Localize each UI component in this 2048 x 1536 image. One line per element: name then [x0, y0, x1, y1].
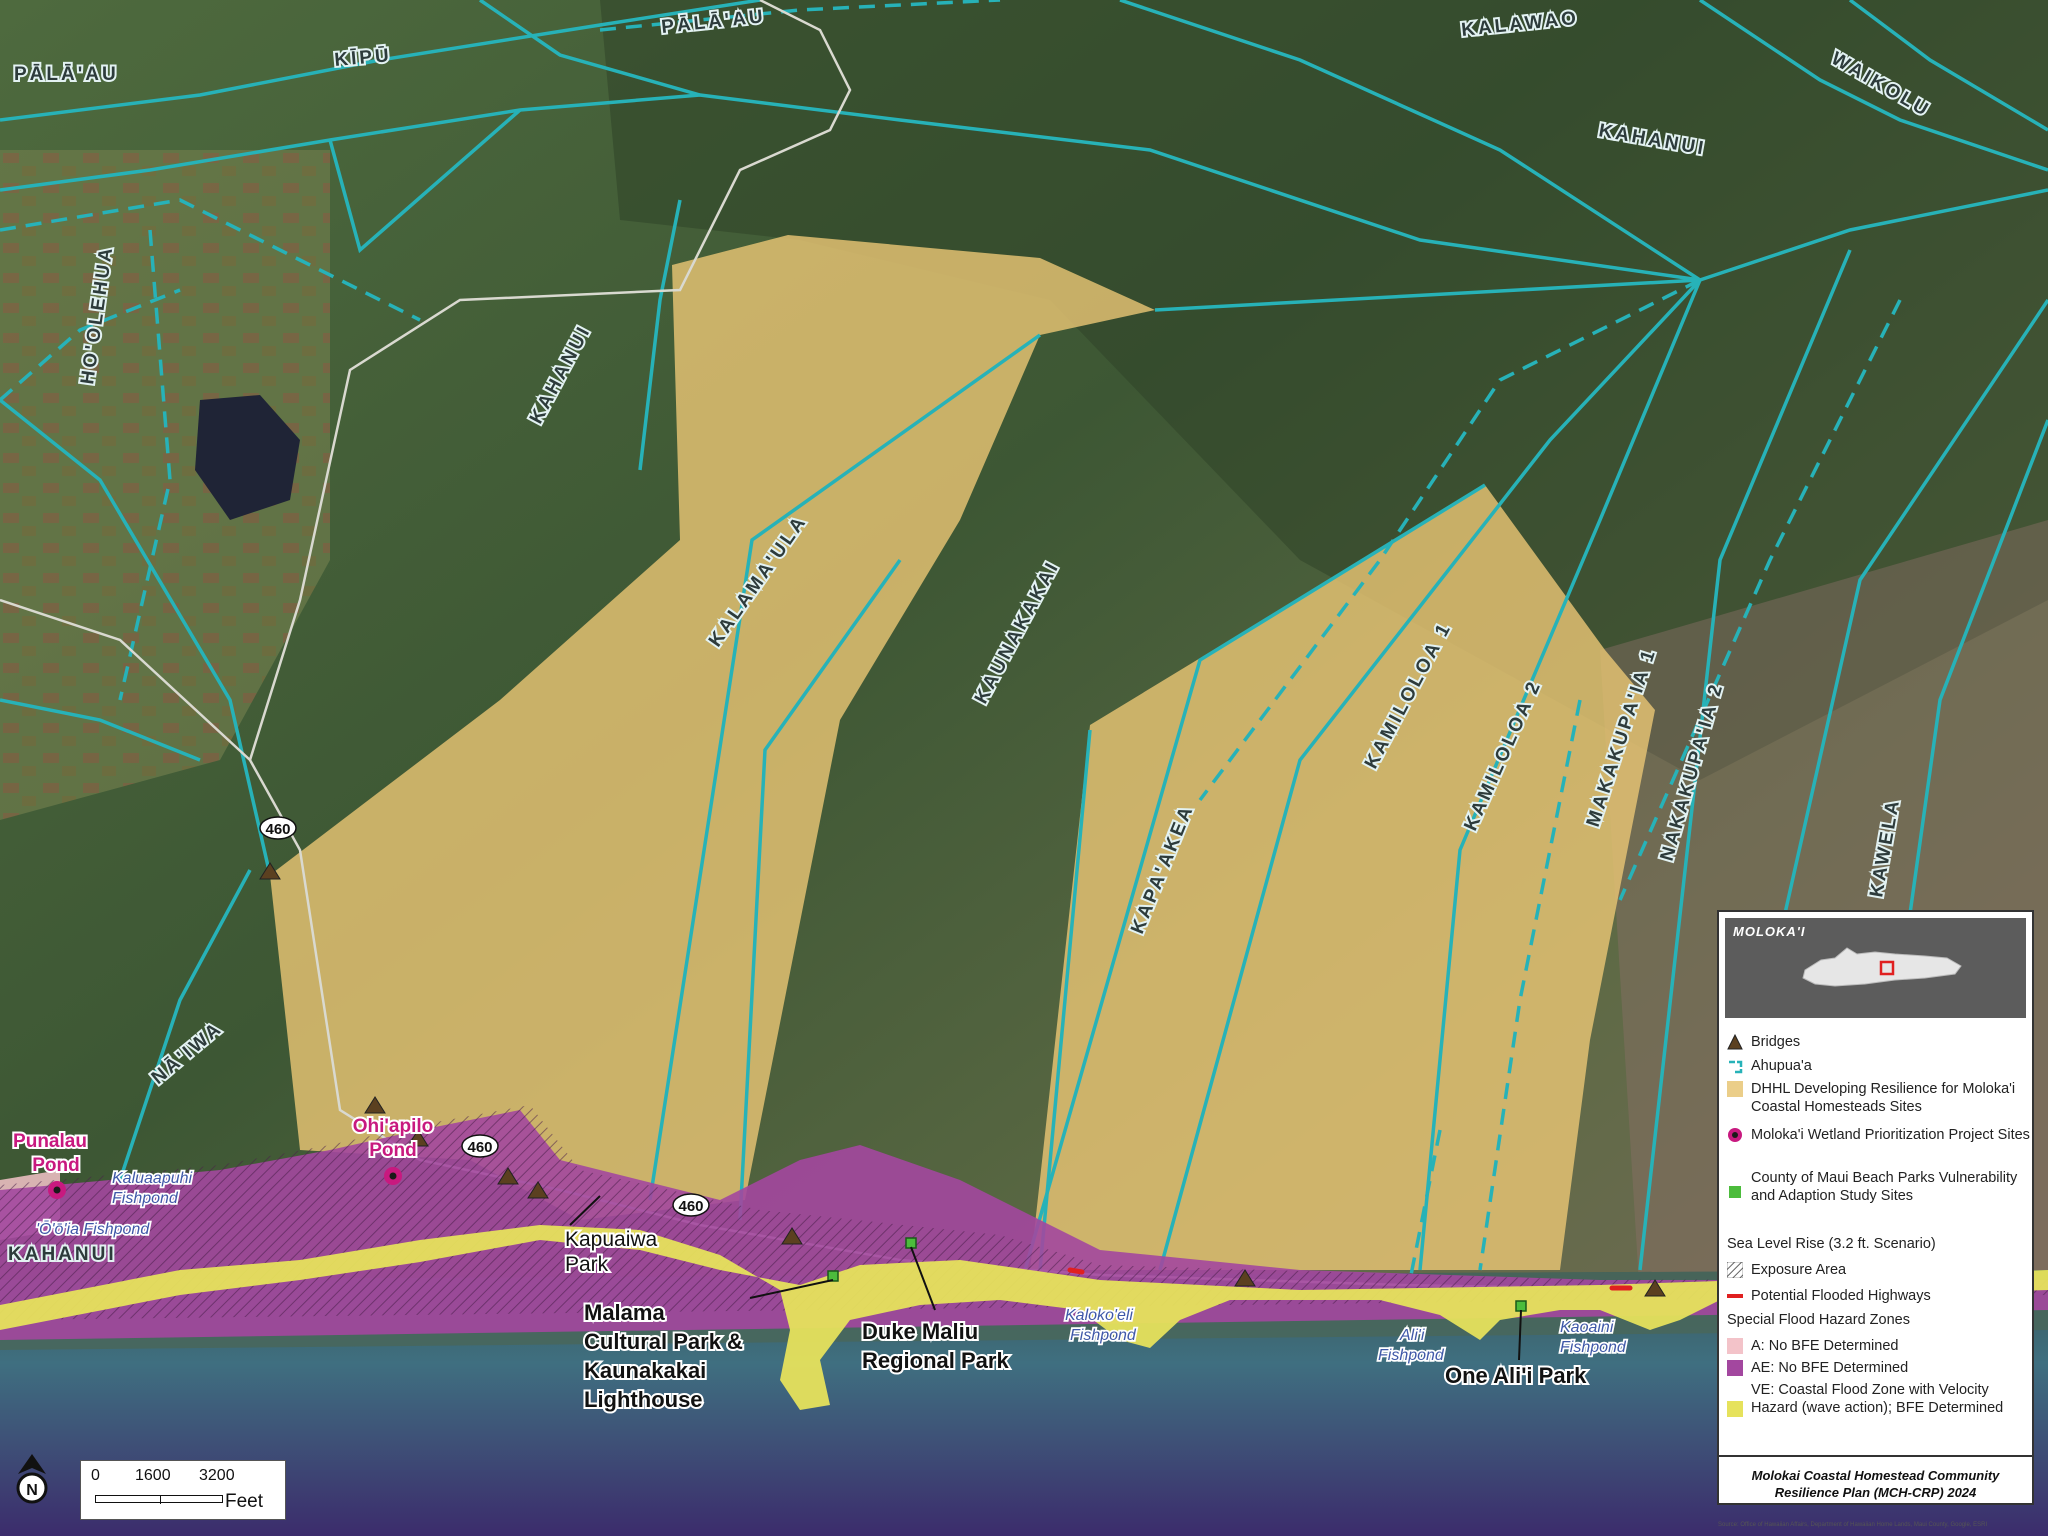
route-shield: 460	[259, 816, 297, 840]
ohiapilo-pond-label: Ohi'apilo	[353, 1116, 434, 1137]
duke-maliu-label: Regional Park	[862, 1348, 1009, 1373]
kaluaapuhi-fishpond-label: Kaluaapuhi	[112, 1170, 193, 1187]
scale-bar-graphic	[95, 1495, 223, 1504]
scale-unit: Feet	[225, 1491, 264, 1512]
scale-tick-label: 0	[91, 1467, 100, 1484]
source-credit: Source: Office of Hawaiian Affairs, Depa…	[1718, 1522, 1988, 1528]
kaoaini-fishpond-label: Fishpond	[1560, 1339, 1627, 1356]
island-outline-icon	[1802, 947, 1962, 987]
wetland-site-punalau[interactable]	[48, 1181, 66, 1199]
malama-park-label: Kaunakakai	[584, 1358, 706, 1383]
kaluaapuhi-fishpond-label: Fishpond	[112, 1190, 179, 1207]
legend-heading-flood: Special Flood Hazard Zones	[1727, 1312, 1910, 1328]
route-shield: 460	[461, 1134, 499, 1158]
svg-text:460: 460	[678, 1198, 703, 1215]
svg-text:N: N	[26, 1482, 38, 1499]
zone-a-swatch	[1727, 1338, 1743, 1354]
svg-text:460: 460	[265, 821, 290, 838]
kapuaiwa-park-label: Kapuaiwa	[565, 1228, 658, 1251]
legend-heading-slr: Sea Level Rise (3.2 ft. Scenario)	[1727, 1236, 1936, 1252]
plan-title: Molokai Coastal Homestead Community Resi…	[1751, 1468, 2000, 1500]
scale-bar: 0 1600 3200 Feet	[80, 1460, 286, 1520]
zone-ae-swatch	[1727, 1360, 1743, 1376]
duke-maliu-label: Duke Maliu	[862, 1319, 978, 1344]
kapuaiwa-park-label: Park	[565, 1253, 609, 1276]
park-swatch	[1729, 1186, 1741, 1198]
exposure-swatch	[1727, 1262, 1743, 1278]
bridge-icon	[1727, 1034, 1743, 1050]
route-shield: 460	[672, 1193, 710, 1217]
kaoaini-fishpond-label: Kaoaini	[1560, 1319, 1614, 1336]
dhhl-swatch	[1727, 1081, 1743, 1097]
one-alii-park-label: One Ali'i Park	[1445, 1363, 1587, 1388]
ohiapilo-pond-label: Pond	[369, 1140, 417, 1161]
wetland-icon	[1728, 1128, 1742, 1142]
alii-fishpond-label: Fishpond	[1378, 1347, 1445, 1364]
kalokoeli-fishpond-label: Fishpond	[1070, 1327, 1137, 1344]
ahupuaa-label: PĀLĀ'AU	[14, 64, 119, 85]
malama-park-label: Cultural Park &	[584, 1329, 743, 1354]
zone-ve-swatch	[1727, 1401, 1743, 1417]
malama-park-label: Lighthouse	[584, 1387, 703, 1412]
ahupuaa-line-icon	[1729, 1060, 1743, 1074]
legend-divider	[1719, 1455, 2032, 1457]
flooded-highway-swatch	[1727, 1294, 1743, 1298]
kalokoeli-fishpond-label: Kaloko'eli	[1065, 1307, 1133, 1324]
punalau-pond-label: Punalau	[13, 1131, 87, 1152]
wetland-site-ohiapilo[interactable]	[384, 1167, 402, 1185]
punalau-pond-label: Pond	[32, 1155, 80, 1176]
ahupuaa-label: KAHANUI	[8, 1244, 117, 1265]
malama-park-label: Malama	[584, 1300, 665, 1325]
scale-tick-label: 1600	[135, 1467, 171, 1484]
scale-tick-label: 3200	[199, 1467, 235, 1484]
svg-text:460: 460	[467, 1139, 492, 1156]
ooia-fishpond-label: 'Ō'ō'ia Fishpond	[36, 1220, 150, 1238]
legend: MOLOKA'I Bridges Ahupua'a DHHL Developin…	[1717, 910, 2034, 1505]
alii-fishpond-label: Ali'i	[1399, 1327, 1425, 1344]
inset-map: MOLOKA'I	[1725, 918, 2026, 1018]
north-arrow-icon: N	[16, 1454, 48, 1504]
